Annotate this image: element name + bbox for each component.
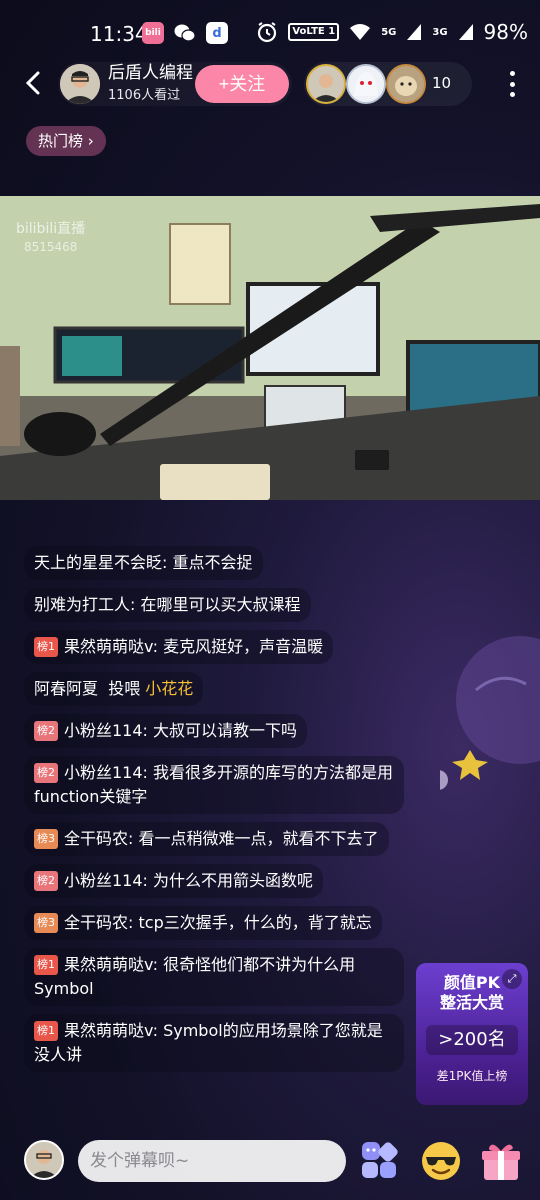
rank-badge: 榜1 (34, 637, 58, 657)
top-audience[interactable]: 10 (304, 62, 472, 106)
pk-rank-card[interactable]: 颜值PK 整活大赏 ⤢ >200名 差1PK值上榜 (416, 963, 528, 1105)
chat-username[interactable]: 果然萌萌哒v (64, 955, 153, 974)
decorative-moon-image (440, 636, 540, 790)
chat-message: 天上的星星不会眨: 重点不会捉 (24, 546, 263, 580)
video-frame-image (0, 196, 540, 500)
rank-badge: 榜3 (34, 913, 58, 933)
chat-username[interactable]: 全干码农 (64, 913, 128, 932)
gift-button[interactable] (478, 1138, 524, 1184)
rank-badge: 榜3 (34, 829, 58, 849)
status-bar: 11:34 bili d VoLTE 1 5G 3G 98% (0, 0, 540, 64)
wifi-icon (350, 24, 371, 40)
hot-rank-label: 热门榜 (38, 132, 84, 150)
room-id: 8515468 (24, 240, 78, 254)
sunglasses-emoji-icon (422, 1142, 460, 1180)
pk-gap-text: 差1PK值上榜 (436, 1069, 508, 1083)
signal-3g-icon (458, 24, 473, 40)
rank-badge: 榜2 (34, 721, 58, 741)
chat-text: 看一点稍微难一点，就看不下去了 (138, 829, 379, 848)
chat-username[interactable]: 果然萌萌哒v (64, 1021, 153, 1040)
volte-icon: VoLTE 1 (288, 23, 340, 41)
alarm-icon (258, 22, 277, 43)
gift-message: 阿春阿夏 投喂 小花花 (24, 672, 204, 706)
audience-avatar-1[interactable] (306, 64, 346, 104)
chat-username[interactable]: 阿春阿夏 (34, 679, 98, 698)
chat-username[interactable]: 小粉丝114 (64, 763, 143, 782)
chat-username[interactable]: 小粉丝114 (64, 721, 143, 740)
chat-username[interactable]: 小粉丝114 (64, 871, 143, 890)
viewer-count: 1106人看过 (108, 88, 181, 103)
status-time: 11:34 (90, 22, 148, 46)
app-notification-icon: d (206, 22, 228, 44)
chat-message: 榜1 果然萌萌哒v: Symbol的应用场景除了您就是没人讲 (24, 1014, 404, 1072)
signal-5g-icon (407, 24, 422, 40)
back-button[interactable] (18, 68, 48, 100)
chat-text: 重点不会捉 (172, 553, 253, 572)
interaction-panel-icon (362, 1142, 398, 1178)
follow-button[interactable]: +关注 (195, 65, 289, 103)
hot-rank-button[interactable]: 热门榜 › (26, 126, 106, 156)
self-avatar[interactable] (24, 1140, 64, 1180)
chat-text: 大叔可以请教一下吗 (153, 721, 298, 740)
host-name: 后盾人编程 (108, 63, 193, 83)
interaction-panel-button[interactable] (356, 1138, 402, 1184)
chat-message: 榜1 果然萌萌哒v: 麦克风挺好，声音温暖 (24, 630, 334, 664)
gift-action: 投喂 (108, 679, 141, 698)
chat-username[interactable]: 天上的星星不会眨 (34, 553, 162, 572)
chat-text: 在哪里可以买大叔课程 (140, 595, 301, 614)
signal-5g-label: 5G (381, 26, 397, 38)
live-video[interactable]: bilibili直播 8515468 (0, 196, 540, 500)
system-status-icons: VoLTE 1 5G 3G 98% (256, 20, 528, 44)
rank-badge: 榜1 (34, 1021, 58, 1041)
rank-badge: 榜2 (34, 763, 58, 783)
bottom-bar (0, 1138, 540, 1184)
wechat-notification-icon (174, 22, 196, 44)
bilibili-notification-icon: bili (142, 22, 164, 44)
chat-message: 榜3 全干码农: 看一点稍微难一点，就看不下去了 (24, 822, 389, 856)
danmu-input[interactable] (78, 1140, 346, 1182)
chat-list[interactable]: 天上的星星不会眨: 重点不会捉 别难为打工人: 在哪里可以买大叔课程 榜1 果然萌… (24, 546, 404, 1080)
rank-badge: 榜2 (34, 871, 58, 891)
gift-box-icon (482, 1144, 520, 1180)
signal-3g-label: 3G (432, 26, 448, 38)
battery-percent: 98% (483, 20, 528, 44)
chat-username[interactable]: 别难为打工人 (34, 595, 130, 614)
chat-message: 榜2 小粉丝114: 大叔可以请教一下吗 (24, 714, 308, 748)
rank-badge: 榜1 (34, 955, 58, 975)
chat-message: 别难为打工人: 在哪里可以买大叔课程 (24, 588, 311, 622)
gift-name: 小花花 (145, 679, 194, 698)
chat-text: tcp三次握手，什么的，背了就忘 (138, 913, 372, 932)
chat-text: 麦克风挺好，声音温暖 (163, 637, 324, 656)
audience-count: 10 (432, 74, 452, 92)
more-button[interactable] (504, 68, 520, 100)
audience-avatar-2[interactable] (346, 64, 386, 104)
more-vertical-icon (509, 71, 515, 76)
chat-username[interactable]: 全干码农 (64, 829, 128, 848)
pk-title-line2: 整活大赏 (439, 993, 504, 1012)
notification-icons: bili d (142, 22, 228, 44)
pk-rank-value: >200名 (426, 1025, 518, 1055)
live-room-header: 后盾人编程 1106人看过 +关注 10 (0, 62, 540, 106)
chat-username[interactable]: 果然萌萌哒v (64, 637, 153, 656)
expand-icon[interactable]: ⤢ (502, 969, 522, 989)
emoji-button[interactable] (418, 1138, 464, 1184)
chat-text: 为什么不用箭头函数呢 (153, 871, 314, 890)
host-avatar[interactable] (60, 64, 100, 104)
audience-avatar-3[interactable] (386, 64, 426, 104)
chevron-left-icon (25, 71, 40, 95)
chat-message: 榜3 全干码农: tcp三次握手，什么的，背了就忘 (24, 906, 382, 940)
chat-message: 榜1 果然萌萌哒v: 很奇怪他们都不讲为什么用Symbol (24, 948, 404, 1006)
streamer-info[interactable]: 后盾人编程 1106人看过 +关注 (58, 62, 292, 106)
chat-message: 榜2 小粉丝114: 我看很多开源的库写的方法都是用function关键字 (24, 756, 404, 814)
video-watermark: bilibili直播 (16, 221, 86, 237)
chat-message: 榜2 小粉丝114: 为什么不用箭头函数呢 (24, 864, 324, 898)
chevron-right-icon: › (87, 132, 94, 150)
